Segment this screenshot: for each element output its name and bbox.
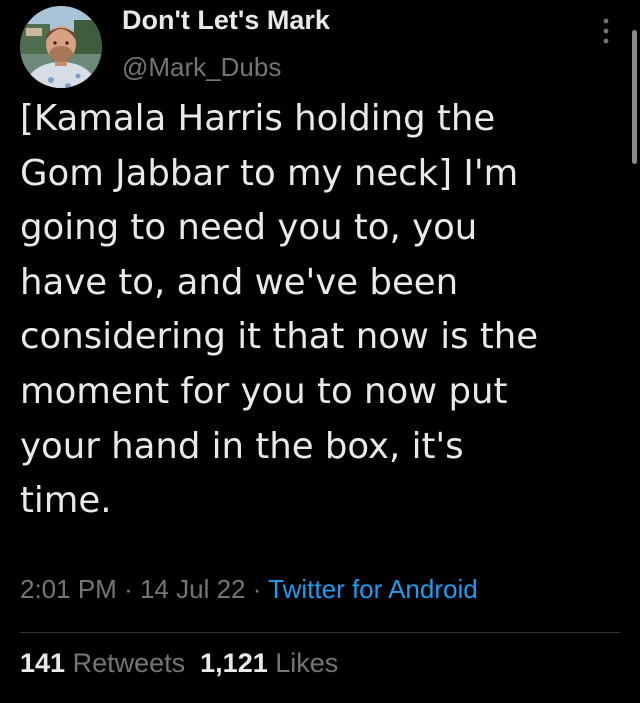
tweet-metadata: 2:01 PM · 14 Jul 22 · Twitter for Androi… [20,574,478,605]
tweet-text-line: time. [20,480,112,522]
vertical-ellipsis-icon[interactable] [596,16,616,46]
likes-count: 1,121 [200,648,268,678]
avatar[interactable] [20,6,102,88]
tweet-text-line: your hand in the box, it's [20,425,464,467]
display-name[interactable]: Don't Let's Mark [122,5,330,36]
tweet-time[interactable]: 2:01 PM [20,574,117,604]
retweets-stat[interactable]: 141 Retweets [20,648,185,678]
retweets-count: 141 [20,648,66,678]
tweet-text-line: Gom Jabbar to my neck] I'm [20,152,519,194]
tweet-text: [Kamala Harris holding the Gom Jabbar to… [20,92,625,529]
tweet-text-line: [Kamala Harris holding the [20,98,496,139]
divider [20,632,620,633]
likes-stat[interactable]: 1,121 Likes [200,648,338,678]
tweet-detail: Don't Let's Mark @Mark_Dubs [Kamala Harr… [0,0,640,703]
engagement-stats: 141 Retweets 1,121 Likes [20,648,338,679]
meta-separator: · [124,574,133,604]
tweet-text-line: considering it that now is the [20,316,539,358]
tweet-source-link[interactable]: Twitter for Android [268,574,478,604]
tweet-text-line: moment for you to now put [20,370,508,412]
tweet-date[interactable]: 14 Jul 22 [140,574,246,604]
user-handle[interactable]: @Mark_Dubs [122,52,281,83]
tweet-text-line: going to need you to, you [20,207,478,249]
meta-separator: · [252,574,262,604]
user-photo-avatar-icon [20,6,102,88]
retweets-label: Retweets [72,648,186,678]
scrollbar[interactable] [632,30,637,164]
likes-label: Likes [275,648,339,678]
tweet-text-line: have to, and we've been [20,261,459,303]
